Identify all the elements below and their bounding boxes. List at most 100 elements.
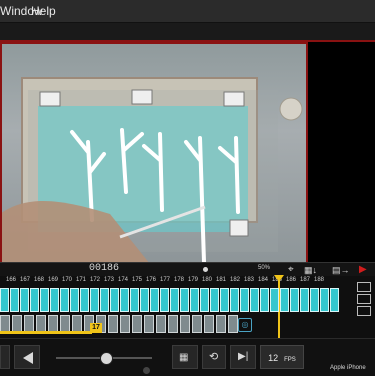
onion-frame-cell[interactable]: [50, 288, 59, 312]
onion-frame-cell[interactable]: [310, 288, 319, 312]
thumbnail-frame[interactable]: [144, 315, 154, 333]
thumbnail-frame[interactable]: [180, 315, 190, 333]
forward-arrow-icon[interactable]: ▤→: [332, 265, 350, 275]
camera-viewer[interactable]: [0, 42, 308, 264]
frame-number: 166: [6, 277, 17, 283]
onion-frame-cell[interactable]: [250, 288, 259, 312]
onion-frame-cell[interactable]: [330, 288, 339, 312]
frame-number: 186: [286, 277, 297, 283]
frame-number: 168: [34, 277, 45, 283]
frame-number-row: 166 167 168 169 170 171 172 173 174 175 …: [0, 276, 375, 286]
onion-frame-cell[interactable]: [130, 288, 139, 312]
layer-icon-3[interactable]: [357, 306, 371, 316]
layer-icon-2[interactable]: [357, 294, 371, 304]
onion-frame-cell[interactable]: [160, 288, 169, 312]
frame-number: 184: [258, 277, 269, 283]
thumbnail-frame[interactable]: [108, 315, 118, 333]
onion-frame-cell[interactable]: [150, 288, 159, 312]
frame-number: 171: [76, 277, 87, 283]
frame-number: 183: [244, 277, 255, 283]
frame-number: 178: [174, 277, 185, 283]
thumbnail-frame[interactable]: [204, 315, 214, 333]
frame-number: 179: [188, 277, 199, 283]
chevron-right-red-icon[interactable]: ▶: [359, 265, 367, 275]
onion-frame-cell[interactable]: [180, 288, 189, 312]
onion-frame-cell[interactable]: [140, 288, 149, 312]
menu-item-help[interactable]: Help: [31, 4, 56, 18]
speed-slider-thumb[interactable]: [100, 352, 113, 365]
camera-icon[interactable]: ◎: [238, 318, 252, 332]
thumbnail-frame[interactable]: [120, 315, 130, 333]
frame-counter: 00186: [89, 263, 120, 274]
playhead-marker-icon[interactable]: [274, 275, 284, 282]
yellow-highlight-bar: [0, 331, 92, 334]
loop-button[interactable]: ⟲: [202, 345, 226, 369]
thumbnail-frame[interactable]: [216, 315, 226, 333]
thumbnail-frame[interactable]: [132, 315, 142, 333]
onion-frame-cell[interactable]: [120, 288, 129, 312]
viewer-overlay: [0, 42, 308, 264]
fps-unit: FPS: [284, 357, 296, 363]
frame-number: 180: [202, 277, 213, 283]
frame-grid-icon: ▦: [179, 352, 189, 363]
onion-frame-cell[interactable]: [190, 288, 199, 312]
onion-frame-cell[interactable]: [60, 288, 69, 312]
crosshair-icon[interactable]: ⌖: [288, 264, 294, 276]
onion-frame-cell[interactable]: [210, 288, 219, 312]
onion-frame-cell[interactable]: [230, 288, 239, 312]
frame-number: 182: [230, 277, 241, 283]
step-backward-button[interactable]: [0, 345, 10, 369]
timeline-toolbar: 00186 50% ⌖ ▦↓ ▤→ ▶: [0, 262, 375, 277]
fps-display[interactable]: 12 FPS: [260, 345, 304, 369]
frame-number: 169: [48, 277, 59, 283]
layer-icon[interactable]: [357, 282, 371, 292]
thumbnail-frame[interactable]: [168, 315, 178, 333]
onion-frame-cell[interactable]: [100, 288, 109, 312]
frame-number: 181: [216, 277, 227, 283]
onion-frame-cell[interactable]: [260, 288, 269, 312]
frame-number: 170: [62, 277, 73, 283]
frame-number: 175: [132, 277, 143, 283]
onion-frame-cell[interactable]: [40, 288, 49, 312]
onion-frame-cell[interactable]: [220, 288, 229, 312]
onion-frame-cell[interactable]: [20, 288, 29, 312]
onion-frame-cell[interactable]: [10, 288, 19, 312]
onion-frame-cell[interactable]: [80, 288, 89, 312]
letterbox-black: [308, 42, 375, 264]
thumbnail-frame[interactable]: [228, 315, 238, 333]
play-backward-button[interactable]: [14, 345, 40, 369]
step-forward-icon: ▶|: [238, 351, 249, 362]
frame-grid-button[interactable]: ▦: [172, 345, 198, 369]
thumbnail-frame[interactable]: [156, 315, 166, 333]
onion-frame-cell[interactable]: [0, 288, 9, 312]
onion-frame-cell[interactable]: [110, 288, 119, 312]
frame-number: 188: [314, 277, 325, 283]
filmstrip[interactable]: 166 167 168 169 170 171 172 173 174 175 …: [0, 275, 375, 338]
thumbnail-frame[interactable]: [192, 315, 202, 333]
transport-bar: ▦ ⟲ ▶| 12 FPS Apple iPhone: [0, 338, 375, 376]
frame-number: 176: [146, 277, 157, 283]
frame-number: 174: [118, 277, 129, 283]
menu-bar: Window Help: [0, 0, 375, 23]
timeline-slider-dot[interactable]: [203, 267, 208, 272]
onion-frame-cell[interactable]: [300, 288, 309, 312]
canvas-frame: [0, 40, 375, 265]
onion-frame-cell[interactable]: [240, 288, 249, 312]
onion-frame-cell[interactable]: [320, 288, 329, 312]
onion-frame-cell[interactable]: [200, 288, 209, 312]
onion-frame-cell[interactable]: [290, 288, 299, 312]
onion-frame-cell[interactable]: [270, 288, 279, 312]
fps-value: 12: [268, 353, 279, 363]
onion-frame-cell[interactable]: [90, 288, 99, 312]
onion-frame-cell[interactable]: [70, 288, 79, 312]
frame-grid-icon[interactable]: ▦↓: [304, 265, 317, 275]
frame-number: 177: [160, 277, 171, 283]
device-label: Apple iPhone: [330, 365, 366, 371]
frame-number: 167: [20, 277, 31, 283]
onion-frame-cell[interactable]: [280, 288, 289, 312]
step-forward-button[interactable]: ▶|: [230, 345, 256, 369]
onion-frame-cell[interactable]: [30, 288, 39, 312]
play-backward-icon: [23, 352, 33, 364]
frame-number: 173: [104, 277, 115, 283]
onion-frame-cell[interactable]: [170, 288, 179, 312]
